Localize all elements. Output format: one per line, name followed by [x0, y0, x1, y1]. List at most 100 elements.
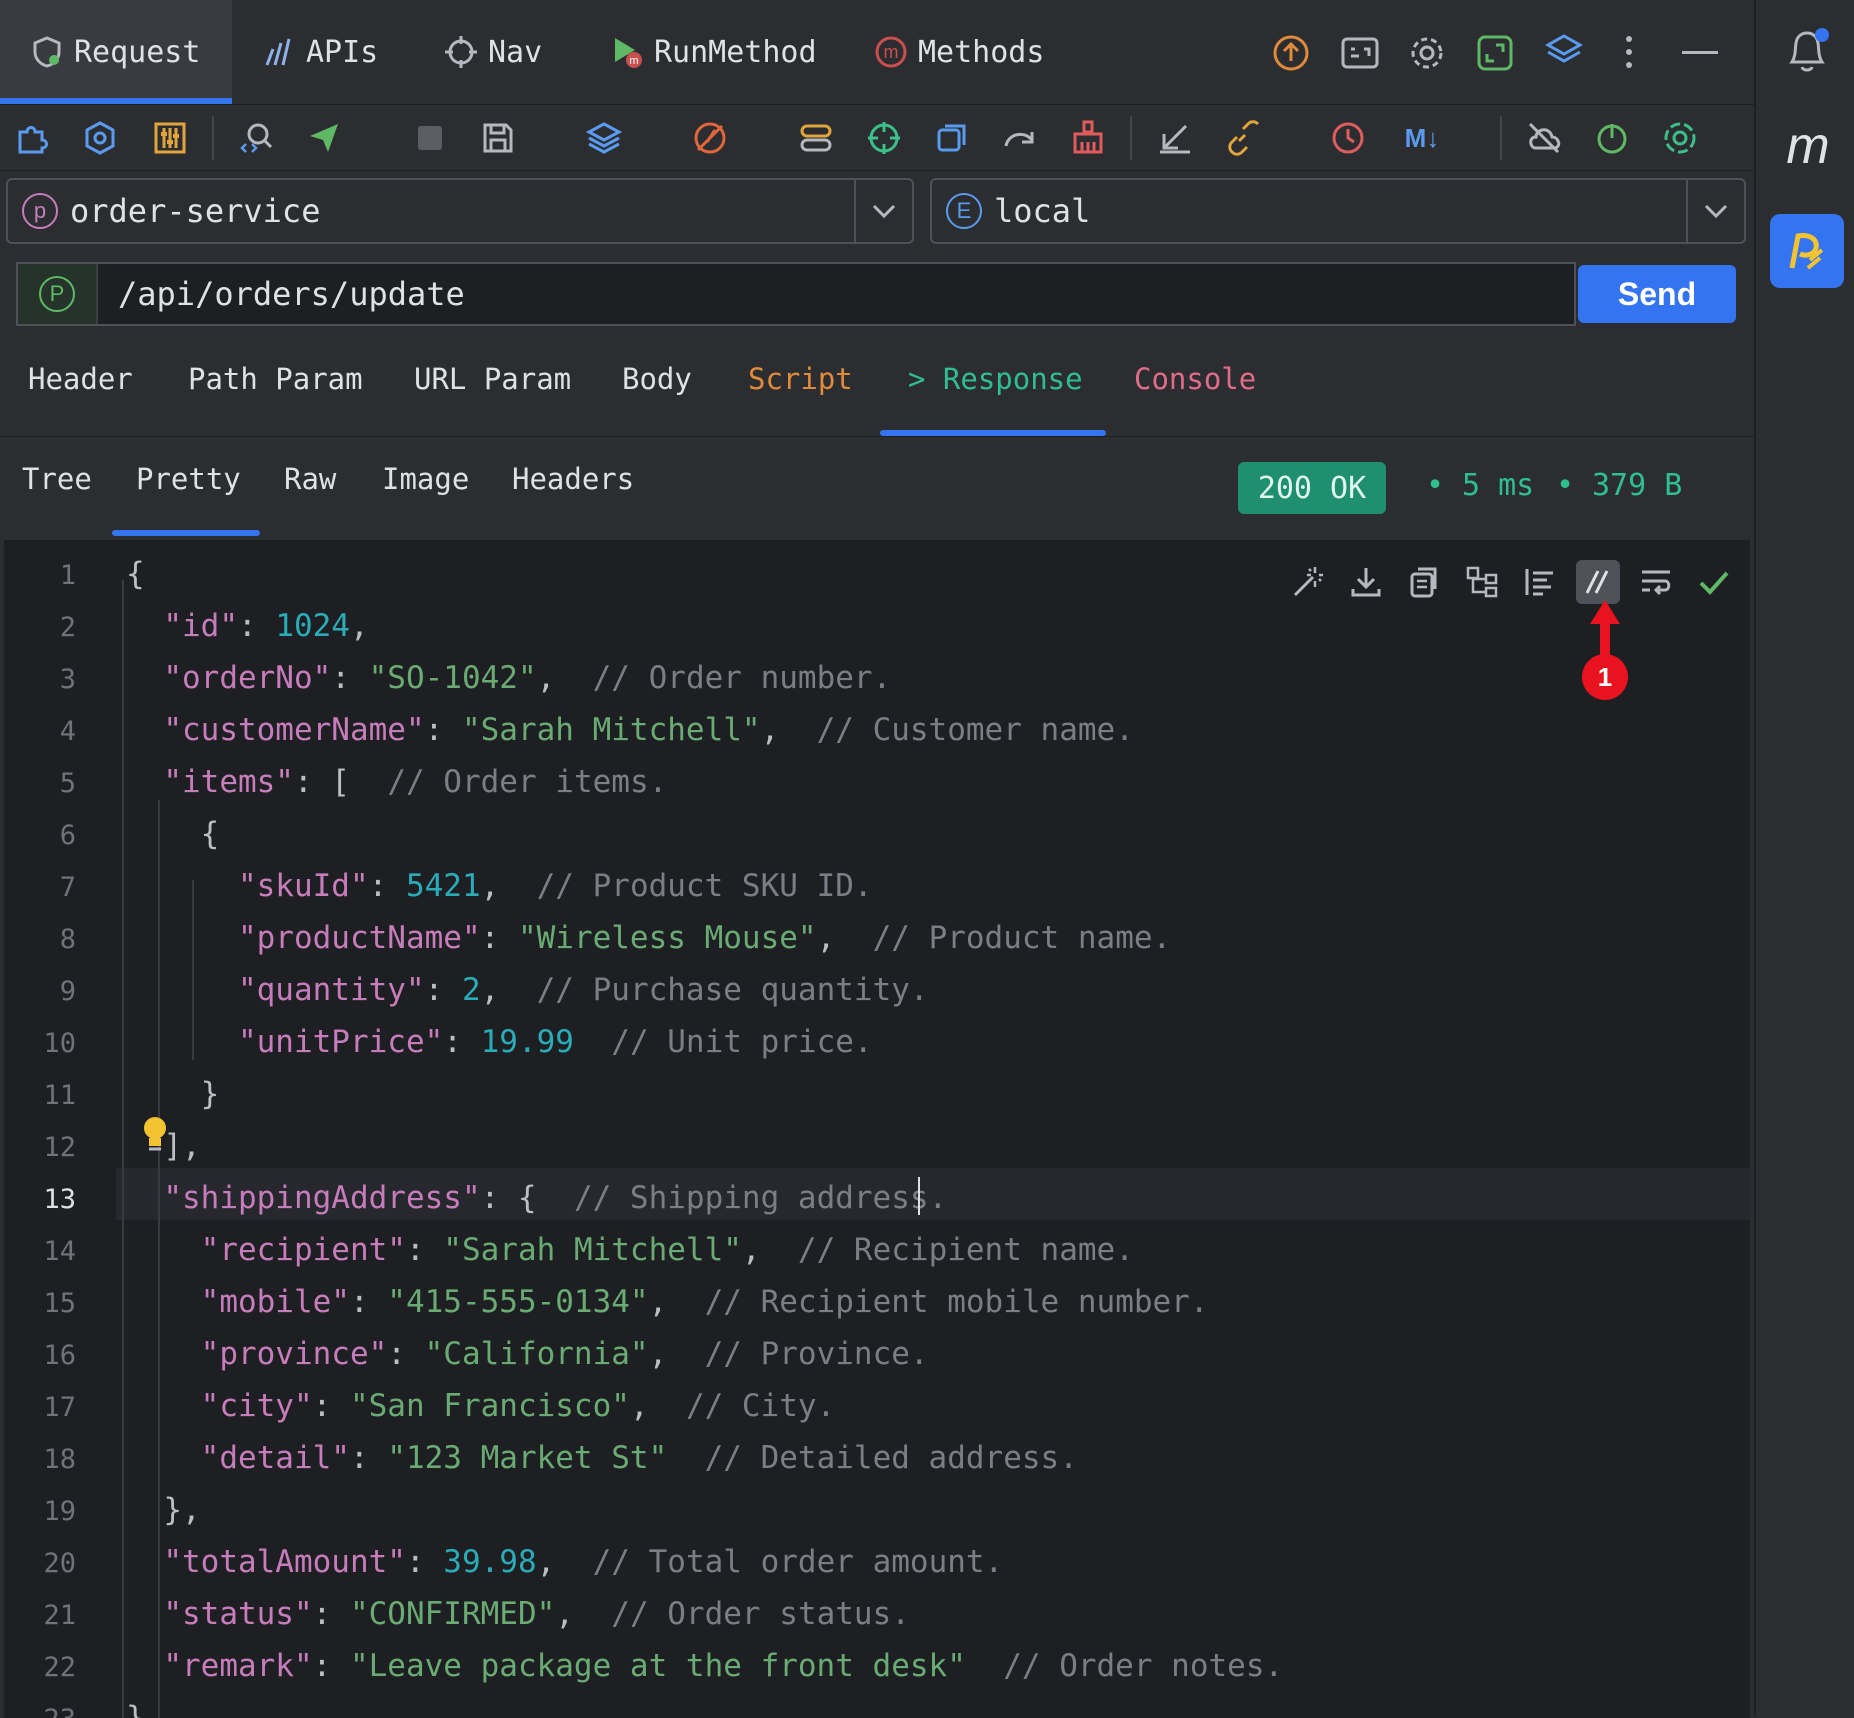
tab-label: RunMethod	[654, 34, 817, 70]
tab-console[interactable]: Console	[1134, 362, 1256, 396]
disable-button[interactable]	[688, 116, 732, 160]
tab-tree[interactable]: Tree	[22, 462, 92, 496]
format-magic-button[interactable]	[1286, 560, 1330, 604]
equalizer-button[interactable]	[148, 116, 192, 160]
plugin-button[interactable]	[10, 116, 54, 160]
plugin-logo-button[interactable]	[1770, 214, 1844, 288]
cloud-off-button[interactable]	[1522, 116, 1566, 160]
line-number: 16	[43, 1340, 76, 1371]
gear-icon[interactable]	[1408, 34, 1446, 72]
tab-apis[interactable]: APIs	[262, 0, 378, 104]
project-selector[interactable]: p order-service	[6, 178, 914, 244]
code-string: "California"	[424, 1336, 649, 1372]
svg-text:m: m	[629, 55, 638, 67]
code-comment: // Order items.	[387, 764, 668, 800]
search-code-icon	[240, 123, 273, 153]
bell-icon[interactable]	[1784, 26, 1830, 76]
upload-icon[interactable]	[1272, 34, 1310, 72]
expand-icon[interactable]	[1476, 34, 1514, 72]
code-punctuation: :	[312, 1648, 350, 1684]
tab-headers[interactable]: Headers	[512, 462, 634, 496]
tree-structure-button[interactable]	[1460, 560, 1504, 604]
copy-button[interactable]	[1402, 560, 1446, 604]
tab-label: Request	[74, 34, 201, 70]
code-punctuation: :	[312, 1388, 350, 1424]
tab-script[interactable]: Script	[748, 362, 853, 396]
environment-selector[interactable]: E local	[930, 178, 1746, 244]
code-key: "remark"	[163, 1648, 313, 1684]
more-icon[interactable]	[1622, 32, 1636, 72]
send-request-button[interactable]	[302, 116, 346, 160]
wrap-lines-button[interactable]	[1634, 560, 1678, 604]
method-badge[interactable]: P	[18, 264, 98, 324]
search-code-button[interactable]	[234, 116, 278, 160]
tab-image[interactable]: Image	[382, 462, 469, 496]
url-input[interactable]	[116, 274, 1520, 314]
tab-body[interactable]: Body	[622, 362, 692, 396]
redo-button[interactable]	[998, 116, 1042, 160]
chevron-down-icon[interactable]	[1686, 180, 1744, 242]
line-number: 18	[43, 1444, 76, 1475]
code-line: }	[126, 1700, 145, 1718]
hex-button[interactable]	[78, 116, 122, 160]
code-punctuation	[126, 972, 238, 1008]
tab-request[interactable]: Request	[0, 0, 232, 104]
code-string: "CONFIRMED"	[349, 1596, 556, 1632]
clean-button[interactable]	[1066, 116, 1110, 160]
copy-icon	[1410, 567, 1437, 598]
tab-nav[interactable]: Nav	[444, 0, 542, 104]
tab-response[interactable]: > Response	[908, 362, 1083, 396]
code-line: "province": "California", // Province.	[126, 1336, 929, 1372]
terminal-icon[interactable]	[1340, 34, 1380, 72]
chevron-down-icon[interactable]	[854, 180, 912, 242]
validate-button[interactable]	[1692, 560, 1736, 604]
download-icon	[1351, 568, 1381, 597]
tab-path-param[interactable]: Path Param	[188, 362, 363, 396]
tree-structure-icon	[1466, 566, 1498, 598]
link-button[interactable]	[1220, 116, 1264, 160]
code-punctuation: ,	[555, 1596, 612, 1632]
target-icon	[868, 122, 900, 154]
tab-runmethod[interactable]: m RunMethod	[610, 0, 817, 104]
code-string: "San Francisco"	[349, 1388, 630, 1424]
stop-button[interactable]	[408, 116, 452, 160]
download-button[interactable]	[1344, 560, 1388, 604]
tab-raw[interactable]: Raw	[284, 462, 336, 496]
tab-methods[interactable]: m Methods	[874, 0, 1044, 104]
code-number: 5421	[405, 868, 481, 904]
code-line: "shippingAddress": { // Shipping address…	[126, 1180, 947, 1216]
m-circle-icon: m	[875, 36, 907, 68]
minimize-icon[interactable]	[1682, 50, 1718, 56]
top-tab-bar: Request APIs Nav m RunMethod m Methods	[0, 0, 1754, 105]
divider	[0, 436, 1754, 437]
toggle-button[interactable]	[794, 116, 838, 160]
code-punctuation: :	[331, 660, 369, 696]
save-button[interactable]	[476, 116, 520, 160]
m-plugin-icon[interactable]: m	[1780, 116, 1836, 180]
markdown-icon[interactable]: M↓	[1394, 116, 1450, 160]
tab-url-param[interactable]: URL Param	[414, 362, 571, 396]
code-punctuation: : {	[480, 1180, 574, 1216]
code-punctuation: :	[424, 972, 462, 1008]
copy-window-button[interactable]	[930, 116, 974, 160]
tab-header[interactable]: Header	[28, 362, 133, 396]
tab-label: Nav	[488, 34, 543, 70]
align-left-button[interactable]	[1518, 560, 1562, 604]
layers-button[interactable]	[582, 116, 626, 160]
response-editor[interactable]: 1234567891011121314151617181920212223 { …	[4, 538, 1750, 1718]
code-number: 19.99	[480, 1024, 574, 1060]
code-key: "quantity"	[237, 972, 425, 1008]
tab-pretty[interactable]: Pretty	[136, 462, 241, 496]
target-button[interactable]	[862, 116, 906, 160]
import-button[interactable]	[1152, 116, 1196, 160]
code-punctuation: :	[349, 1440, 388, 1476]
ai-button[interactable]	[1658, 116, 1702, 160]
history-button[interactable]	[1326, 116, 1370, 160]
layers-icon[interactable]	[1544, 32, 1584, 72]
toggle-comments-button[interactable]	[1576, 560, 1620, 604]
send-button[interactable]: Send	[1578, 265, 1736, 323]
code-line: "productName": "Wireless Mouse", // Prod…	[126, 920, 1171, 956]
lightbulb-icon[interactable]	[140, 1114, 170, 1154]
code-punctuation: }	[126, 1076, 220, 1112]
power-button[interactable]	[1590, 116, 1634, 160]
